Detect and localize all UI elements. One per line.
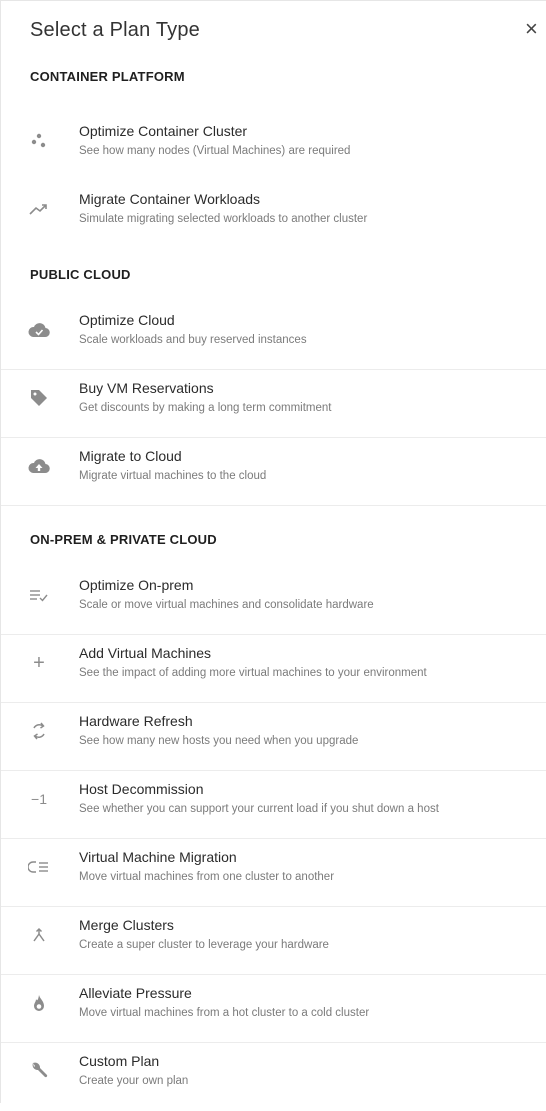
plan-item-hardware-refresh[interactable]: Hardware Refresh See how many new hosts … (1, 703, 546, 771)
plan-item-name: Add Virtual Machines (79, 645, 212, 661)
plan-item-merge-clusters[interactable]: Merge Clusters Create a super cluster to… (1, 907, 546, 975)
plan-item-description: Create a super cluster to leverage your … (79, 939, 329, 951)
select-plan-type-dialog: Select a Plan Type × CONTAINER PLATFORM … (0, 0, 546, 1103)
plan-item-name: Alleviate Pressure (79, 985, 192, 1001)
plan-item-migrate-container-workloads[interactable]: Migrate Container Workloads Simulate mig… (1, 181, 546, 249)
plan-item-add-virtual-machines[interactable]: + Add Virtual Machines See the impact of… (1, 635, 546, 703)
plan-item-buy-vm-reservations[interactable]: Buy VM Reservations Get discounts by mak… (1, 370, 546, 438)
plan-item-migrate-to-cloud[interactable]: Migrate to Cloud Migrate virtual machine… (1, 438, 546, 506)
plan-item-name: Optimize Cloud (79, 312, 175, 328)
list-check-icon (27, 583, 51, 607)
plan-item-custom-plan[interactable]: Custom Plan Create your own plan (1, 1043, 546, 1111)
plan-item-description: Get discounts by making a long term comm… (79, 402, 332, 414)
flame-icon (27, 991, 51, 1015)
plan-item-name: Optimize Container Cluster (79, 123, 248, 139)
plan-item-virtual-machine-migration[interactable]: Virtual Machine Migration Move virtual m… (1, 839, 546, 907)
plan-item-description: Simulate migrating selected workloads to… (79, 213, 368, 225)
plan-item-optimize-cloud[interactable]: Optimize Cloud Scale workloads and buy r… (1, 302, 546, 370)
plan-item-description: Scale or move virtual machines and conso… (79, 599, 374, 611)
plan-item-description: See how many new hosts you need when you… (79, 735, 359, 747)
plan-item-name: Virtual Machine Migration (79, 849, 237, 865)
tag-icon (27, 386, 51, 410)
dialog-title: Select a Plan Type (30, 19, 201, 41)
section-title-on-prem-private-cloud: ON-PREM & PRIVATE CLOUD (30, 532, 217, 547)
plan-item-description: Scale workloads and buy reserved instanc… (79, 334, 307, 346)
section-title-public-cloud: PUBLIC CLOUD (30, 267, 131, 282)
migrate-list-icon (27, 855, 51, 879)
plan-item-description: Create your own plan (79, 1075, 189, 1087)
plan-item-description: See how many nodes (Virtual Machines) ar… (79, 145, 351, 157)
plan-item-optimize-on-prem[interactable]: Optimize On-prem Scale or move virtual m… (1, 567, 546, 635)
merge-icon (27, 923, 51, 947)
refresh-icon (27, 719, 51, 743)
dialog-header: Select a Plan Type × (1, 1, 546, 59)
section-title-container-platform: CONTAINER PLATFORM (30, 69, 185, 84)
plan-item-name: Hardware Refresh (79, 713, 193, 729)
plan-item-name: Migrate Container Workloads (79, 191, 261, 207)
plan-item-description: Move virtual machines from one cluster t… (79, 871, 335, 883)
close-icon[interactable]: × (525, 17, 546, 41)
cloud-check-icon (27, 318, 51, 342)
plan-item-name: Migrate to Cloud (79, 448, 182, 464)
plan-item-alleviate-pressure[interactable]: Alleviate Pressure Move virtual machines… (1, 975, 546, 1043)
container-cluster-icon (27, 129, 51, 153)
minus-one-icon: −1 (31, 791, 47, 807)
plan-item-name: Custom Plan (79, 1053, 160, 1069)
wrench-icon (27, 1059, 51, 1083)
plus-icon: + (33, 651, 45, 674)
plan-item-description: See whether you can support your current… (79, 803, 439, 815)
plan-item-description: Migrate virtual machines to the cloud (79, 470, 267, 482)
plan-item-description: See the impact of adding more virtual ma… (79, 667, 427, 679)
plan-item-host-decommission[interactable]: −1 Host Decommission See whether you can… (1, 771, 546, 839)
trend-arrow-icon (27, 197, 51, 221)
cloud-upload-icon (27, 454, 51, 478)
plan-item-name: Host Decommission (79, 781, 204, 797)
plan-item-name: Buy VM Reservations (79, 380, 214, 396)
plan-item-optimize-container-cluster[interactable]: Optimize Container Cluster See how many … (1, 113, 546, 181)
plan-item-name: Optimize On-prem (79, 577, 194, 593)
plan-item-name: Merge Clusters (79, 917, 174, 933)
plan-item-description: Move virtual machines from a hot cluster… (79, 1007, 370, 1019)
